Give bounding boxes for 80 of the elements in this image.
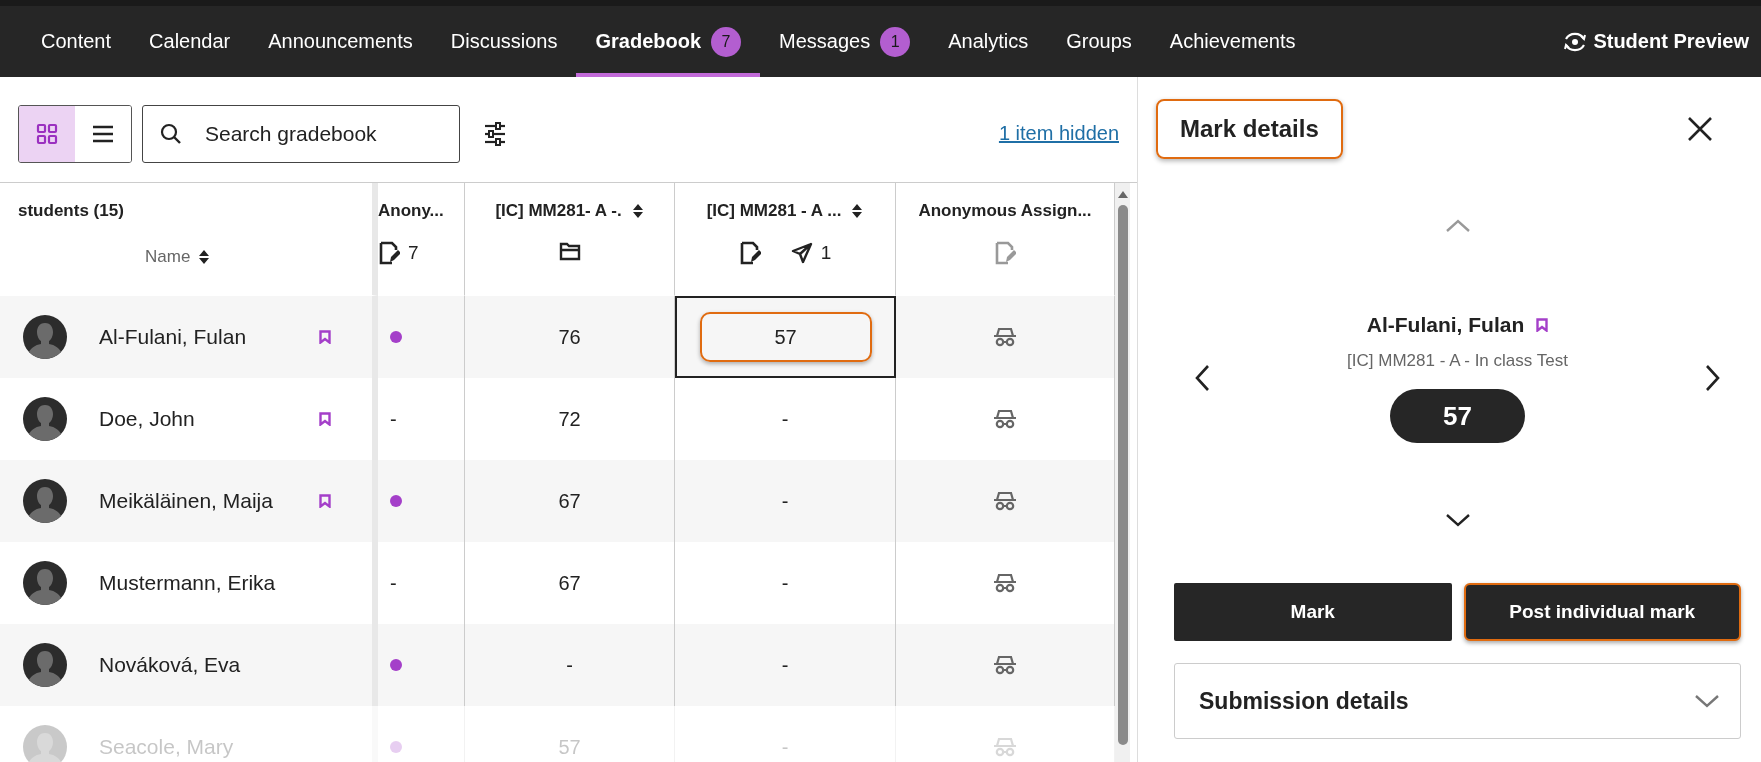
avatar-icon: [23, 725, 67, 762]
nav-tab[interactable]: Achievements: [1150, 6, 1315, 77]
filter-sliders-icon[interactable]: [484, 120, 506, 147]
student-name: Al-Fulani, Fulan: [1366, 313, 1525, 337]
grade-value[interactable]: -: [566, 653, 573, 677]
avatar-icon: [23, 643, 67, 687]
chevron-right-icon[interactable]: [1705, 364, 1721, 392]
incognito-icon: [993, 573, 1017, 593]
nav-tab[interactable]: Analytics: [929, 6, 1048, 77]
chevron-left-icon[interactable]: [1194, 364, 1210, 392]
grade-value[interactable]: -: [781, 571, 789, 595]
avatar-icon: [23, 397, 67, 441]
close-icon[interactable]: [1687, 116, 1713, 142]
nav-tab[interactable]: Calendar: [130, 6, 250, 77]
assessment-name: [IC] MM281 - A - In class Test: [1347, 351, 1568, 371]
student-name[interactable]: Mustermann, Erika: [99, 571, 299, 595]
nav-tab[interactable]: Groups: [1047, 6, 1151, 77]
name-sort-button[interactable]: Name: [145, 247, 211, 267]
mark-button[interactable]: Mark: [1174, 583, 1452, 641]
status-dot: [390, 741, 402, 753]
grade-value[interactable]: 67: [558, 489, 581, 513]
search-field[interactable]: Search gradebook: [142, 104, 460, 163]
incognito-icon: [993, 737, 1017, 757]
count-badge: 1: [880, 26, 911, 57]
student-preview-link[interactable]: Student Preview: [1563, 6, 1749, 77]
status-dot: [390, 495, 402, 507]
students-count-header: students (15): [18, 201, 124, 221]
avatar-icon: [23, 561, 67, 605]
column-title[interactable]: [IC] MM281- A -.: [495, 201, 622, 221]
grade-value[interactable]: -: [781, 489, 789, 513]
grade-value[interactable]: -: [781, 407, 789, 431]
section-title: Submission details: [1199, 687, 1409, 715]
scrollbar[interactable]: [1115, 183, 1130, 762]
chevron-up-icon[interactable]: [1444, 219, 1471, 233]
student-name[interactable]: Nováková, Eva: [99, 653, 299, 677]
chevron-down-icon[interactable]: [1444, 513, 1471, 527]
grade-value[interactable]: -: [390, 571, 397, 595]
avatar-icon: [23, 479, 67, 523]
student-name[interactable]: Al-Fulani, Fulan: [99, 325, 299, 349]
list-icon: [92, 124, 114, 143]
hidden-items-link[interactable]: 1 item hidden: [998, 122, 1119, 145]
chevron-down-icon: [1694, 694, 1720, 708]
student-name[interactable]: Meikäläinen, Maija: [99, 489, 299, 513]
sort-icon[interactable]: [631, 203, 644, 219]
incognito-icon: [993, 409, 1017, 429]
count-label: 1: [820, 242, 832, 264]
grade-value[interactable]: 67: [558, 571, 581, 595]
sort-icon[interactable]: [851, 203, 864, 219]
eye-refresh-icon: [1563, 30, 1588, 53]
count-label: 7: [408, 242, 419, 264]
search-icon: [160, 122, 182, 145]
scroll-up-icon[interactable]: [1116, 189, 1129, 199]
column-title[interactable]: [IC] MM281 - A ...: [706, 201, 842, 221]
student-name[interactable]: Doe, John: [99, 407, 299, 431]
grade-value[interactable]: 57: [699, 312, 872, 362]
grade-value[interactable]: -: [390, 407, 397, 431]
nav-tab[interactable]: Messages 1: [760, 6, 930, 77]
avatar-icon: [23, 315, 67, 359]
nav-tab[interactable]: Announcements: [249, 6, 432, 77]
incognito-icon: [993, 327, 1017, 347]
post-mark-button[interactable]: Post individual mark: [1463, 583, 1741, 641]
grid-view-button[interactable]: [19, 105, 75, 162]
nav-tab[interactable]: Discussions: [431, 6, 577, 77]
incognito-icon: [993, 655, 1017, 675]
count-badge: 7: [711, 26, 742, 57]
column-title[interactable]: Anony...: [378, 201, 444, 221]
submission-details-accordion[interactable]: Submission details: [1174, 663, 1741, 739]
grade-value[interactable]: 72: [558, 407, 581, 431]
mark-pill: 57: [1390, 389, 1525, 443]
status-dot: [390, 331, 402, 343]
column-title[interactable]: Anonymous Assign...: [918, 201, 1092, 221]
nav-tab[interactable]: Content: [22, 6, 131, 77]
grid-icon: [36, 122, 58, 145]
nav-tab[interactable]: Gradebook 7: [576, 6, 761, 77]
incognito-icon: [993, 491, 1017, 511]
grade-value[interactable]: -: [781, 653, 789, 677]
status-dot: [390, 659, 402, 671]
grade-value[interactable]: 76: [558, 325, 581, 349]
panel-title: Mark details: [1156, 99, 1343, 159]
sort-icon: [198, 249, 211, 265]
